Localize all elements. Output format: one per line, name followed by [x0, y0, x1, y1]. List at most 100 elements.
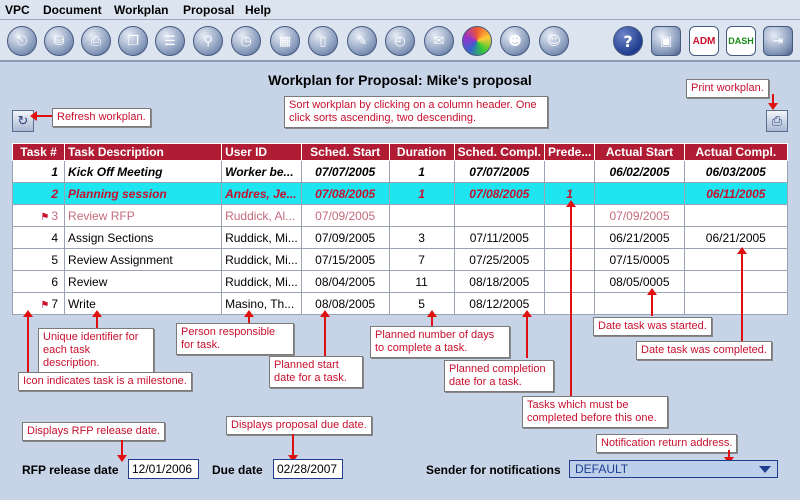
- actual-compl-cell[interactable]: 06/21/2005: [683, 226, 789, 249]
- user-id-cell[interactable]: Ruddick, Mi...: [221, 270, 302, 293]
- actual-compl-cell[interactable]: [683, 204, 789, 227]
- sched-compl-cell[interactable]: 07/07/2005: [453, 160, 545, 183]
- actual-start-cell[interactable]: 07/09/2005: [594, 204, 685, 227]
- team-icon[interactable]: ☻: [500, 26, 530, 56]
- sched-start-cell[interactable]: 08/08/2005: [300, 292, 390, 315]
- edit-icon[interactable]: ✎: [347, 26, 377, 56]
- sched-start-cell[interactable]: 07/07/2005: [300, 160, 390, 183]
- sched-start-cell[interactable]: 07/09/2005: [300, 226, 390, 249]
- duration-cell[interactable]: [388, 204, 455, 227]
- menu-workplan[interactable]: Workplan: [114, 3, 168, 17]
- user-id-cell[interactable]: Ruddick, Al...: [221, 204, 302, 227]
- exit-icon[interactable]: ⇥: [763, 26, 793, 56]
- table-row[interactable]: ⚑ 7 Write Masino, Th... 08/08/2005 5 08/12/200…: [11, 292, 789, 315]
- user-id-cell[interactable]: Ruddick, Mi...: [221, 248, 302, 271]
- table-row[interactable]: 1 Kick Off Meeting Worker be... 07/07/2005 1…: [11, 160, 789, 183]
- column-header-task-description[interactable]: Task Description: [64, 143, 223, 161]
- task-description-cell[interactable]: Planning session: [64, 182, 223, 205]
- column-header-task-num[interactable]: Task #: [11, 143, 66, 161]
- task-number-cell[interactable]: 2: [11, 182, 66, 205]
- actual-compl-cell[interactable]: 06/11/2005: [683, 182, 789, 205]
- table-row[interactable]: 2 Planning session Andres, Je... 07/08/2005…: [11, 182, 789, 205]
- column-header-user-id[interactable]: User ID: [221, 143, 302, 161]
- table-row[interactable]: 4 Assign Sections Ruddick, Mi... 07/09/2005…: [11, 226, 789, 249]
- column-header-sched-start[interactable]: Sched. Start: [300, 143, 390, 161]
- menu-vpc[interactable]: VPC: [5, 3, 30, 17]
- duration-cell[interactable]: 11: [388, 270, 455, 293]
- schedule-icon[interactable]: ◴: [385, 26, 415, 56]
- task-description-cell[interactable]: Write: [64, 292, 223, 315]
- menu-proposal[interactable]: Proposal: [183, 3, 234, 17]
- column-header-duration[interactable]: Duration: [388, 143, 455, 161]
- workplan-clock-icon[interactable]: ◷: [231, 26, 261, 56]
- actual-start-cell[interactable]: 06/21/2005: [594, 226, 685, 249]
- task-description-cell[interactable]: Review RFP: [64, 204, 223, 227]
- print-workplan-button[interactable]: ⎙: [766, 110, 788, 132]
- user-id-cell[interactable]: Andres, Je...: [221, 182, 302, 205]
- task-number-cell[interactable]: ⚑ 3: [11, 204, 66, 227]
- print-icon[interactable]: ⎙: [81, 26, 111, 56]
- table-row[interactable]: 6 Review Ruddick, Mi... 08/04/2005 11 08/18/2…: [11, 270, 789, 293]
- actual-compl-cell[interactable]: [683, 248, 789, 271]
- task-number-cell[interactable]: 6: [11, 270, 66, 293]
- task-number-cell[interactable]: 1: [11, 160, 66, 183]
- column-header-predecessors[interactable]: Prede...: [543, 143, 596, 161]
- sched-start-cell[interactable]: 07/15/2005: [300, 248, 390, 271]
- task-description-cell[interactable]: Kick Off Meeting: [64, 160, 223, 183]
- task-number-cell[interactable]: 5: [11, 248, 66, 271]
- task-number-cell[interactable]: ⚑ 7: [11, 292, 66, 315]
- dashboard-button[interactable]: DASH: [726, 26, 756, 56]
- duration-cell[interactable]: 7: [388, 248, 455, 271]
- predecessor-cell[interactable]: [543, 160, 596, 183]
- user-id-cell[interactable]: Worker be...: [221, 160, 302, 183]
- sched-start-cell[interactable]: 07/09/2005: [300, 204, 390, 227]
- user-id-cell[interactable]: Ruddick, Mi...: [221, 226, 302, 249]
- actual-start-cell[interactable]: [594, 292, 685, 315]
- calendar-icon[interactable]: ▦: [270, 26, 300, 56]
- actual-start-cell[interactable]: 07/15/0005: [594, 248, 685, 271]
- actual-start-cell[interactable]: [594, 182, 685, 205]
- sched-compl-cell[interactable]: 07/25/2005: [453, 248, 545, 271]
- task-description-cell[interactable]: Review: [64, 270, 223, 293]
- actual-compl-cell[interactable]: 06/03/2005: [683, 160, 789, 183]
- table-row[interactable]: ⚑ 3 Review RFP Ruddick, Al... 07/09/2005 07/0…: [11, 204, 789, 227]
- sender-select[interactable]: DEFAULT: [569, 460, 778, 478]
- menu-help[interactable]: Help: [245, 3, 271, 17]
- help-icon[interactable]: ?: [613, 26, 643, 56]
- actual-start-cell[interactable]: 08/05/0005: [594, 270, 685, 293]
- mail-icon[interactable]: ✉: [424, 26, 454, 56]
- user-icon[interactable]: ☺: [539, 26, 569, 56]
- sched-compl-cell[interactable]: 08/18/2005: [453, 270, 545, 293]
- actual-compl-cell[interactable]: [683, 292, 789, 315]
- user-id-cell[interactable]: Masino, Th...: [221, 292, 302, 315]
- notebook-icon[interactable]: ▯: [308, 26, 338, 56]
- document-icon[interactable]: ☰: [155, 26, 185, 56]
- duration-cell[interactable]: 5: [388, 292, 455, 315]
- actual-compl-cell[interactable]: [683, 270, 789, 293]
- sched-compl-cell[interactable]: [453, 204, 545, 227]
- actual-start-cell[interactable]: 06/02/2005: [594, 160, 685, 183]
- rfp-release-field[interactable]: 12/01/2006: [128, 459, 199, 479]
- color-palette-icon[interactable]: [462, 26, 492, 56]
- open-icon[interactable]: ⎋: [7, 26, 37, 56]
- search-icon[interactable]: ⚲: [193, 26, 223, 56]
- chevron-down-icon[interactable]: [759, 466, 771, 473]
- task-number-cell[interactable]: 4: [11, 226, 66, 249]
- due-date-field[interactable]: 02/28/2007: [273, 459, 343, 479]
- column-header-actual-compl[interactable]: Actual Compl.: [683, 143, 789, 161]
- column-header-actual-start[interactable]: Actual Start: [594, 143, 685, 161]
- menu-document[interactable]: Document: [43, 3, 102, 17]
- admin-button[interactable]: ADM: [689, 26, 719, 56]
- table-row[interactable]: 5 Review Assignment Ruddick, Mi... 07/15/20…: [11, 248, 789, 271]
- column-header-sched-compl[interactable]: Sched. Compl.: [453, 143, 545, 161]
- save-icon[interactable]: ⛁: [44, 26, 74, 56]
- sched-compl-cell[interactable]: 07/08/2005: [453, 182, 545, 205]
- monitor-icon[interactable]: ▣: [651, 26, 681, 56]
- task-description-cell[interactable]: Review Assignment: [64, 248, 223, 271]
- sched-start-cell[interactable]: 08/04/2005: [300, 270, 390, 293]
- task-description-cell[interactable]: Assign Sections: [64, 226, 223, 249]
- duration-cell[interactable]: 1: [388, 160, 455, 183]
- duration-cell[interactable]: 3: [388, 226, 455, 249]
- duration-cell[interactable]: 1: [388, 182, 455, 205]
- copy-icon[interactable]: ❐: [118, 26, 148, 56]
